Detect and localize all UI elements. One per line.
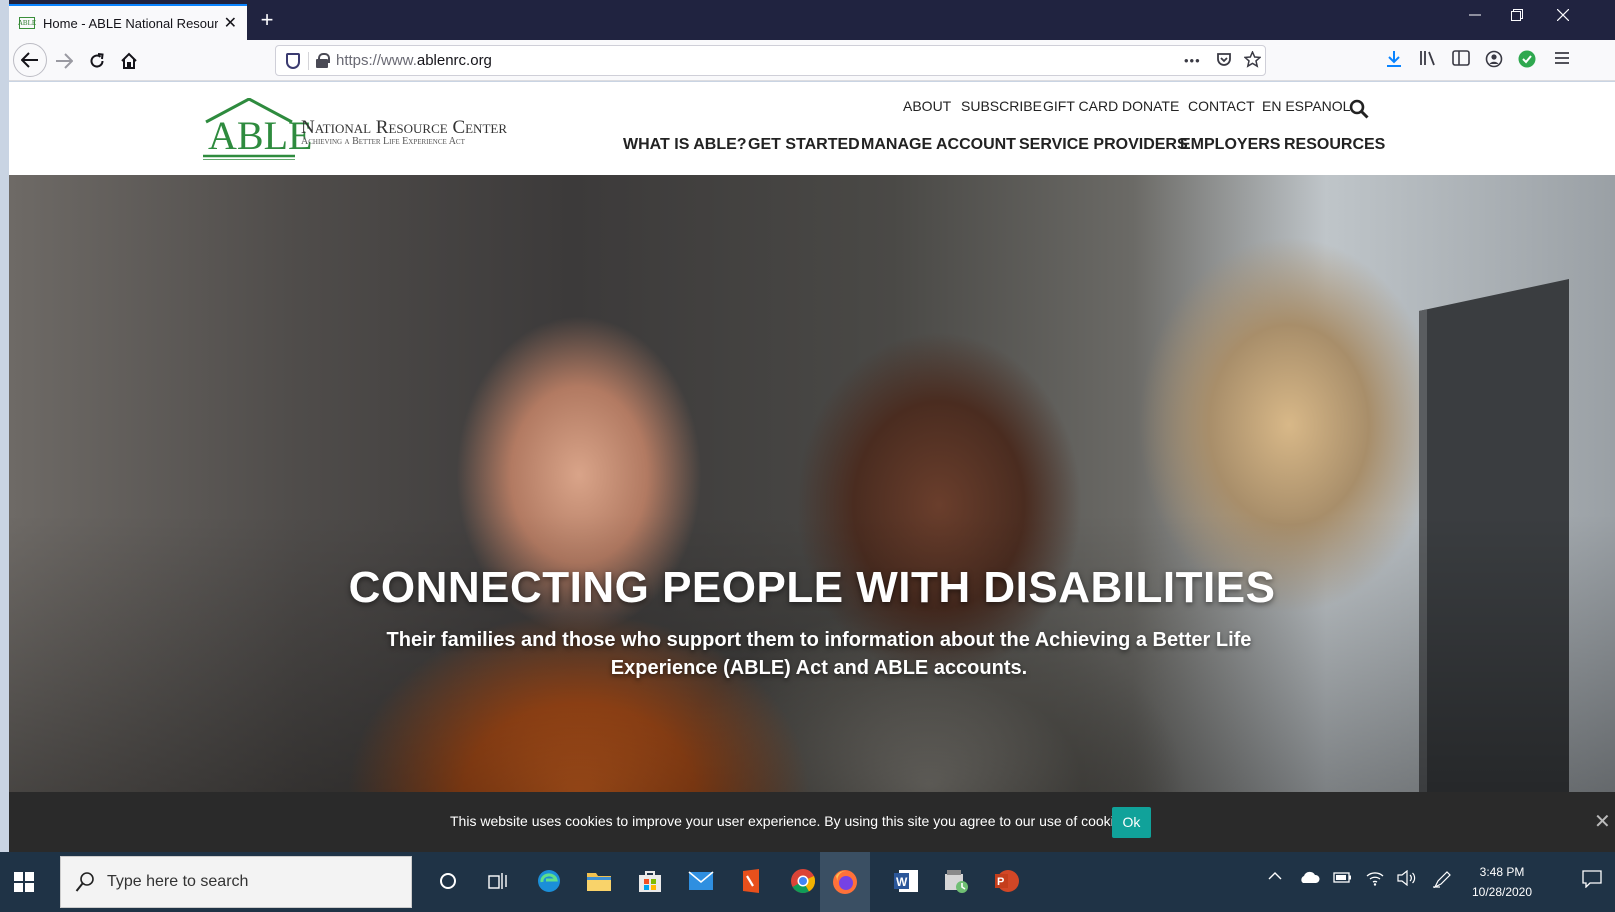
back-button[interactable] [13, 43, 47, 77]
taskbar-search-box[interactable]: Type here to search [60, 856, 412, 908]
nav-donate[interactable]: DONATE [1122, 98, 1179, 114]
extension-check-icon[interactable] [1516, 50, 1538, 73]
sidebar-icon[interactable] [1450, 50, 1472, 71]
wifi-icon[interactable] [1366, 870, 1384, 890]
svg-text:W: W [896, 875, 908, 889]
word-icon[interactable]: W [889, 864, 923, 898]
hero-banner: CONNECTING PEOPLE WITH DISABILITIES Thei… [9, 175, 1615, 792]
urlbar-separator [308, 52, 309, 70]
nav-employers[interactable]: EMPLOYERS [1180, 136, 1280, 154]
nav-subscribe[interactable]: SUBSCRIBE [961, 98, 1042, 114]
windows-taskbar: Type here to search W P 3:48 PM 10/28/20… [0, 852, 1615, 912]
close-window-button[interactable] [1556, 8, 1570, 24]
firefox-taskbar-icon[interactable] [820, 852, 870, 912]
menu-icon[interactable] [1551, 50, 1573, 70]
nav-resources[interactable]: RESOURCES [1284, 136, 1385, 154]
hero-subtitle: Their families and those who support the… [386, 629, 1252, 679]
task-view-icon[interactable] [481, 864, 515, 898]
edge-icon[interactable] [532, 864, 566, 898]
forward-button[interactable] [49, 46, 79, 76]
cookie-banner: This website uses cookies to improve you… [9, 792, 1615, 852]
forward-arrow-icon [56, 53, 73, 69]
search-icon[interactable] [1349, 99, 1369, 119]
restore-button[interactable] [1511, 8, 1523, 24]
nav-gift-card[interactable]: GIFT CARD [1043, 98, 1118, 114]
new-tab-button[interactable]: + [254, 8, 280, 32]
bookmark-star-icon[interactable] [1243, 50, 1262, 73]
nav-get-started[interactable]: GET STARTED [748, 136, 860, 154]
cortana-icon[interactable] [431, 864, 465, 898]
windows-start-icon[interactable] [14, 872, 34, 892]
home-icon [121, 52, 137, 69]
tab-close-icon[interactable]: ✕ [224, 13, 237, 33]
site-header: ABLE National Resource Center Achieving … [9, 82, 1615, 175]
clock-time: 3:48 PM [1479, 865, 1525, 879]
mail-icon[interactable] [684, 864, 718, 898]
clock-date: 10/28/2020 [1471, 885, 1533, 899]
onedrive-cloud-icon[interactable] [1298, 870, 1320, 888]
minimize-button[interactable] [1469, 8, 1481, 24]
navigation-toolbar: https://www.ablenrc.org ••• [9, 40, 1615, 81]
search-magnifier-icon [75, 872, 94, 892]
tab-title: Home - ABLE National Resource Center [43, 15, 218, 31]
reload-button[interactable] [82, 46, 112, 76]
web-page: ABLE National Resource Center Achieving … [9, 82, 1615, 852]
nav-service-providers[interactable]: SERVICE PROVIDERS [1019, 136, 1188, 154]
library-icon[interactable] [1417, 50, 1439, 71]
office-app-icon[interactable] [735, 864, 769, 898]
url-prefix: https://www. [336, 52, 417, 69]
chrome-icon[interactable] [786, 864, 820, 898]
pocket-icon[interactable] [1216, 51, 1232, 72]
taskbar-search-placeholder: Type here to search [107, 873, 249, 890]
url-domain: ablenrc.org [416, 52, 492, 69]
hero-title: CONNECTING PEOPLE WITH DISABILITIES [348, 563, 1276, 612]
tracking-protection-shield-icon[interactable] [286, 53, 300, 69]
lock-icon[interactable] [316, 53, 330, 68]
store-icon[interactable] [633, 864, 667, 898]
account-icon[interactable] [1483, 50, 1505, 73]
powerpoint-icon[interactable]: P [990, 864, 1024, 898]
system-clock[interactable]: 3:48 PM 10/28/2020 [1462, 862, 1542, 902]
logo-tagline-text: Achieving a Better Life Experience Act [301, 136, 465, 147]
notifications-icon[interactable] [1582, 870, 1602, 892]
cookie-close-icon[interactable]: ✕ [1594, 809, 1611, 834]
logo-able-text: ABLE [208, 113, 313, 158]
hero-photo-shade [9, 175, 1615, 792]
show-hidden-icons-chevron-icon[interactable] [1268, 868, 1282, 885]
svg-text:P: P [997, 876, 1004, 888]
able-logo[interactable]: ABLE National Resource Center Achieving … [202, 98, 532, 160]
url-text[interactable]: https://www.ablenrc.org [336, 52, 492, 69]
pen-ink-icon[interactable] [1432, 870, 1452, 892]
browser-tab-active[interactable]: ABLE Home - ABLE National Resource Cente… [9, 4, 247, 40]
cookie-ok-button[interactable]: Ok [1112, 807, 1151, 838]
file-explorer-icon[interactable] [582, 864, 616, 898]
page-actions-icon[interactable]: ••• [1184, 53, 1201, 68]
nav-contact[interactable]: CONTACT [1188, 98, 1255, 114]
battery-icon[interactable] [1333, 870, 1353, 888]
browser-tab-strip: ABLE Home - ABLE National Resource Cente… [9, 0, 1615, 40]
downloads-icon[interactable] [1383, 50, 1405, 73]
nav-what-is-able[interactable]: WHAT IS ABLE? [623, 136, 747, 154]
back-arrow-icon [21, 52, 38, 68]
able-favicon-icon: ABLE [17, 17, 37, 29]
nav-manage-account[interactable]: MANAGE ACCOUNT [861, 136, 1016, 154]
cookie-message: This website uses cookies to improve you… [450, 813, 1133, 829]
system-tool-icon[interactable] [939, 864, 973, 898]
nav-about[interactable]: ABOUT [903, 98, 951, 114]
nav-en-espanol[interactable]: EN ESPANOL [1262, 98, 1350, 114]
home-button[interactable] [114, 46, 144, 76]
reload-icon [90, 53, 104, 68]
address-bar[interactable]: https://www.ablenrc.org ••• [275, 45, 1266, 76]
volume-icon[interactable] [1397, 869, 1417, 890]
